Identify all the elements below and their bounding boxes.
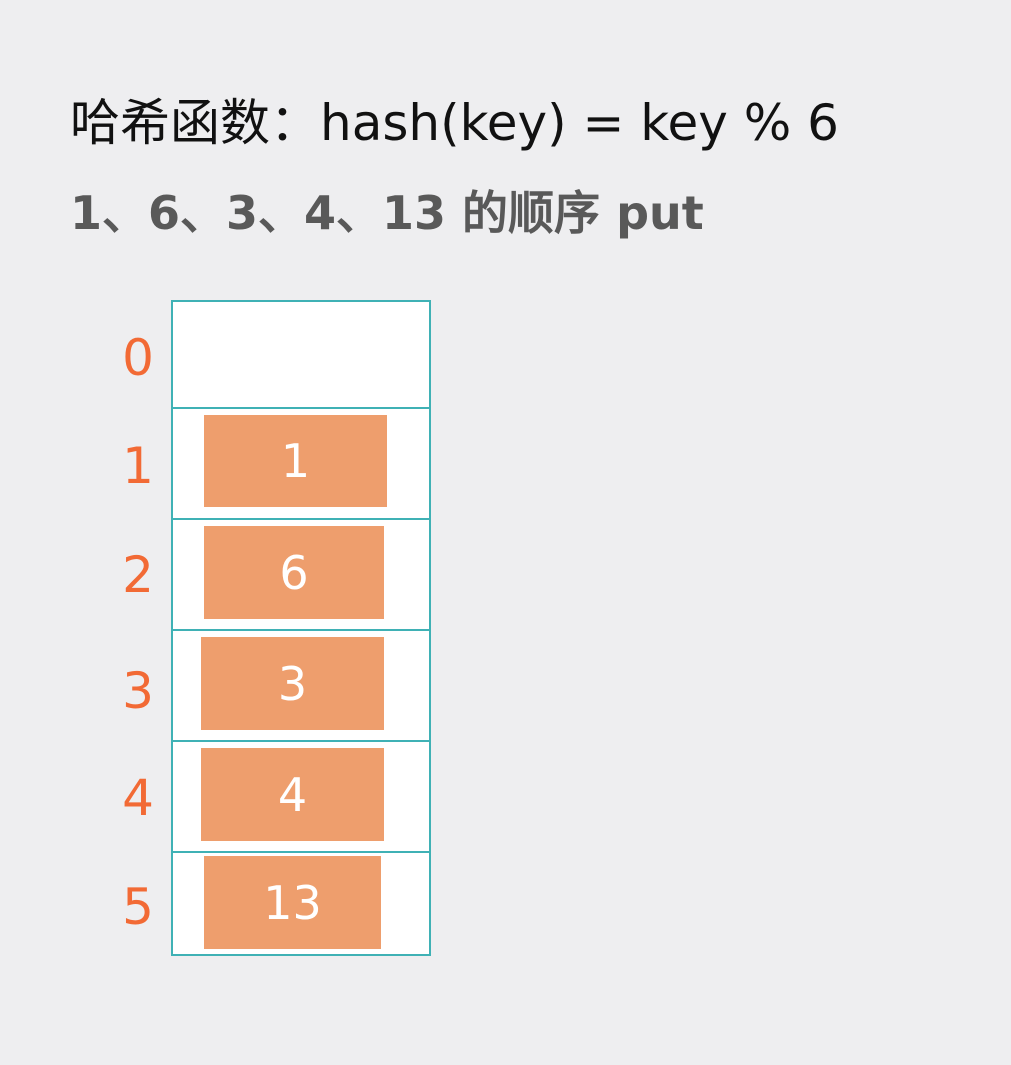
slot-index-3: 3: [122, 662, 154, 720]
slot-index-4: 4: [122, 769, 154, 827]
bucket-slot-0: [173, 302, 429, 407]
bucket-slot-2: 6: [173, 518, 429, 629]
bucket-array: 1 6 3 4 13: [171, 300, 431, 956]
entry-box: 3: [201, 637, 384, 730]
entry-box: 4: [201, 748, 384, 841]
hash-table-diagram: { "header": { "hash_function": "哈希函数：has…: [0, 0, 1011, 1065]
entry-box: 13: [204, 856, 381, 949]
slot-index-1: 1: [122, 437, 154, 495]
hash-function-title: 哈希函数：hash(key) = key % 6: [70, 94, 839, 152]
slot-index-2: 2: [122, 546, 154, 604]
bucket-slot-4: 4: [173, 740, 429, 851]
bucket-slot-5: 13: [173, 851, 429, 954]
entry-box: 6: [204, 526, 384, 619]
bucket-slot-1: 1: [173, 407, 429, 518]
slot-index-0: 0: [122, 329, 154, 387]
bucket-slot-3: 3: [173, 629, 429, 740]
slot-index-5: 5: [122, 878, 154, 936]
insert-order-subtitle: 1、6、3、4、13 的顺序 put: [70, 186, 704, 240]
entry-box: 1: [204, 415, 387, 507]
